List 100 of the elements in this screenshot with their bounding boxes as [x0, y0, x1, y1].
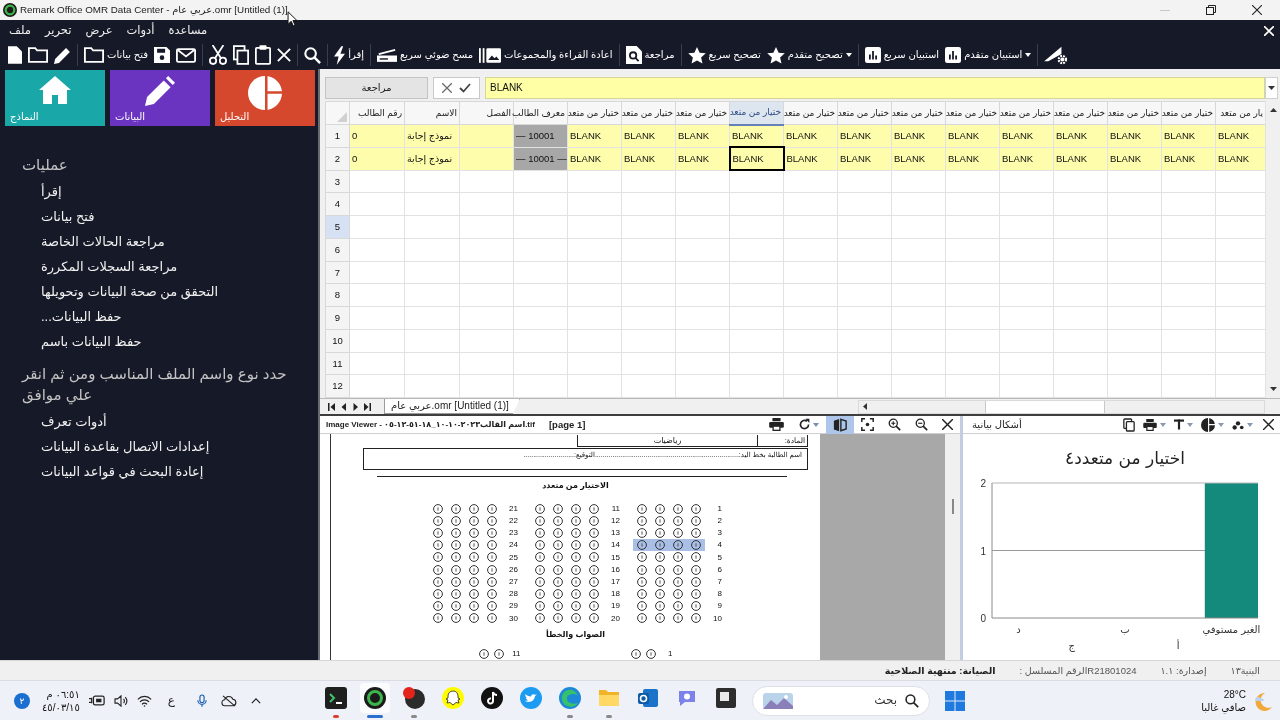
toolbar-button[interactable]: اعادة القراءة والمجموعات	[476, 42, 616, 68]
music-note-icon[interactable]	[481, 687, 503, 709]
language-indicator[interactable]: ع	[167, 693, 175, 708]
menu-item[interactable]: تحرير	[44, 23, 72, 38]
toolbar-button[interactable]: تصحيح متقدم	[763, 42, 855, 68]
row-header[interactable]: 8	[325, 283, 350, 307]
column-header[interactable]: معرف الطالب	[513, 101, 568, 125]
ring-logo-icon[interactable]	[360, 683, 390, 713]
vertical-scrollbar[interactable]	[945, 434, 960, 660]
toolbar-button[interactable]: مسح ضوئي سريع	[374, 42, 477, 68]
splitter-grip[interactable]	[951, 499, 954, 514]
sidebar-link[interactable]: التحقق من صحة البيانات وتحويلها	[41, 282, 219, 301]
sidebar-link[interactable]: حفظ البيانات...	[41, 307, 122, 326]
bird-icon[interactable]	[520, 687, 542, 709]
vertical-scrollbar[interactable]	[1265, 101, 1280, 398]
mail-app-icon[interactable]	[637, 687, 659, 709]
column-header[interactable]: ختيار من متعد	[1053, 101, 1108, 125]
column-header[interactable]: ختيار من متعد	[675, 101, 730, 125]
sidebar-link[interactable]: فتح بيانات	[41, 207, 95, 226]
sidebar-link[interactable]: حفظ البيانات باسم	[41, 332, 142, 351]
toolbar-button[interactable]: استبيان سريع	[861, 42, 943, 68]
column-header[interactable]: ختيار من متعد	[891, 101, 946, 125]
speaker-icon[interactable]	[113, 694, 128, 707]
nav-tile[interactable]: التحليل	[215, 70, 315, 126]
microphone-icon[interactable]	[196, 693, 207, 708]
value-field[interactable]: BLANK	[485, 77, 1265, 99]
row-header[interactable]: 12	[325, 374, 350, 398]
menu-item[interactable]: أدوات	[126, 23, 155, 38]
triangle-right-icon[interactable]	[351, 402, 359, 411]
browser-swirl-icon[interactable]	[559, 687, 581, 709]
column-header[interactable]: ختيار من متعد	[729, 101, 784, 125]
sidebar-link[interactable]: إعادة البحث في قواعد البيانات	[41, 462, 204, 481]
skip-back-icon[interactable]	[327, 402, 335, 411]
nav-tile[interactable]: البيانات	[110, 70, 210, 126]
chevron-up-icon[interactable]	[250, 697, 261, 704]
close-icon[interactable]	[1264, 25, 1274, 36]
column-header[interactable]: ختيار من متعد	[1161, 101, 1216, 125]
column-header[interactable]: رقم الطالب	[349, 101, 405, 125]
four-squares-icon[interactable]	[945, 690, 965, 711]
column-header[interactable]: ختيار من متعد	[783, 101, 838, 125]
menu-item[interactable]: عرض	[85, 23, 113, 38]
answer-bubble-icon	[571, 540, 581, 551]
column-header[interactable]: ختيار من متعد	[999, 101, 1054, 125]
column-header[interactable]: ختيار من متعد	[621, 101, 676, 125]
menu-item[interactable]: ملف	[9, 23, 31, 38]
table-cell: 0	[349, 124, 405, 148]
cloud-off-icon[interactable]	[220, 694, 237, 707]
sidebar-link[interactable]: مراجعة السجلات المكررة	[41, 257, 178, 276]
dropdown-button[interactable]	[1265, 77, 1278, 99]
answer-bubble-icon	[487, 540, 497, 551]
table-cell: 0	[349, 147, 405, 170]
scroll-down-icon[interactable]	[1269, 387, 1277, 391]
menu-item[interactable]: مساعدة	[168, 23, 208, 38]
review-button[interactable]: مراجعة	[325, 77, 428, 99]
search-field[interactable]: بحث	[799, 692, 899, 709]
terminal-icon[interactable]	[325, 687, 347, 709]
sheet-tab[interactable]: عربي عام.omr [Untitled (1)]	[384, 399, 520, 414]
scroll-up-icon[interactable]	[1269, 108, 1277, 112]
toolbar-button[interactable]: مراجعة	[622, 42, 678, 68]
column-header[interactable]: يار من متعد	[1215, 101, 1265, 125]
search-box[interactable]: بحث	[752, 685, 930, 716]
skip-forward-icon[interactable]	[363, 402, 371, 411]
clock[interactable]: ٠٦:٥١ م ٤٥/٠٣/١٥	[42, 687, 80, 714]
row-header[interactable]: 9	[325, 306, 350, 330]
column-header[interactable]: ختيار من متعد	[945, 101, 1000, 125]
confirm-button[interactable]	[459, 83, 472, 93]
plug-battery-icon[interactable]	[88, 695, 105, 706]
ghost-icon[interactable]	[442, 687, 464, 709]
toolbar-button[interactable]: استبيان متقدم	[942, 42, 1035, 68]
column-header[interactable]: ختيار من متعد	[567, 101, 622, 125]
dot-logo-icon[interactable]	[403, 687, 425, 709]
row-header[interactable]: 3	[325, 170, 350, 193]
scroll-left-icon[interactable]	[863, 403, 867, 410]
row-header[interactable]: 4	[325, 192, 350, 216]
notification-count[interactable]: ٢	[14, 692, 30, 709]
column-header[interactable]: ختيار من متعد	[837, 101, 892, 125]
square-app-icon[interactable]	[715, 687, 737, 709]
scrollbar-thumb[interactable]	[985, 400, 1105, 413]
sidebar-link[interactable]: أدوات تعرف	[41, 412, 107, 431]
toolbar-button[interactable]: إقرأ	[331, 42, 367, 68]
toolbar-button[interactable]: تصحيح سريع	[684, 42, 764, 68]
triangle-left-icon[interactable]	[339, 402, 347, 411]
row-header[interactable]: 10	[325, 329, 350, 352]
bars-and-picture-icon	[479, 47, 502, 63]
column-header[interactable]: ختيار من متعد	[1107, 101, 1162, 125]
sidebar-link[interactable]: إقرأ	[41, 182, 62, 201]
sidebar-link[interactable]: مراجعة الحالات الخاصة	[41, 232, 165, 251]
row-header[interactable]: 7	[325, 261, 350, 284]
horizontal-scrollbar[interactable]	[858, 399, 1265, 414]
row-header[interactable]: 2	[325, 147, 350, 170]
cancel-button[interactable]	[441, 83, 452, 93]
sidebar-link[interactable]: إعدادات الاتصال بقاعدة البيانات	[41, 437, 210, 456]
row-header[interactable]: 5	[325, 215, 350, 239]
row-header[interactable]: 11	[325, 352, 350, 375]
toolbar-button[interactable]: فتح بيانات	[81, 42, 152, 68]
wifi-icon[interactable]	[136, 694, 152, 707]
viewer-tool-button[interactable]	[826, 415, 854, 434]
row-header[interactable]: 1	[325, 124, 350, 148]
column-header[interactable]: الاسم	[404, 101, 460, 125]
row-header[interactable]: 6	[325, 238, 350, 261]
